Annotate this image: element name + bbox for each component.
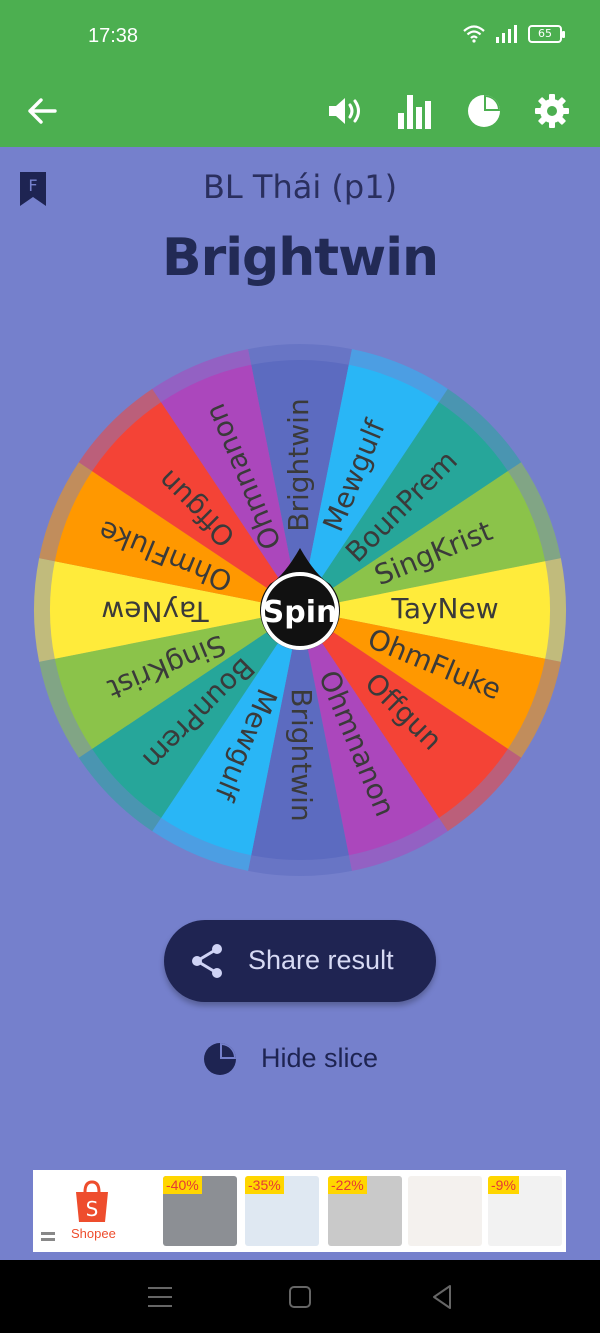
menu-icon[interactable] xyxy=(145,1282,175,1312)
status-time: 17:38 xyxy=(88,25,139,47)
wheel-slice-label: TayNew xyxy=(101,595,209,628)
spin-label: Spin xyxy=(263,595,338,630)
shopee-label: Shopee xyxy=(71,1226,116,1241)
status-bar: 17:38 65 xyxy=(0,0,600,75)
hide-slice-button[interactable]: Hide slice xyxy=(200,1040,420,1080)
svg-text:S: S xyxy=(86,1197,99,1221)
volume-icon xyxy=(329,98,360,124)
battery-icon: 65 xyxy=(528,25,565,43)
ad-banner[interactable]: S Shopee -40% -35% -22% -9% xyxy=(33,1170,566,1252)
wheel-edit-button[interactable] xyxy=(458,85,510,137)
spin-wheel[interactable]: Brightwin MewgulfBounPremSingKristTayNewO… xyxy=(30,340,570,880)
settings-button[interactable] xyxy=(526,85,578,137)
discount-badge: -35% xyxy=(245,1176,284,1194)
arrow-left-icon xyxy=(28,98,57,124)
sound-button[interactable] xyxy=(320,85,372,137)
gear-icon xyxy=(535,94,569,128)
shopee-logo[interactable]: S Shopee xyxy=(33,1170,151,1252)
home-icon[interactable] xyxy=(285,1282,315,1312)
ad-product-4[interactable] xyxy=(408,1176,482,1246)
stats-button[interactable] xyxy=(388,85,440,137)
back-nav-icon[interactable] xyxy=(428,1282,458,1312)
status-icons: 65 xyxy=(462,24,565,44)
app-bar xyxy=(0,75,600,147)
discount-badge: -22% xyxy=(328,1176,367,1194)
share-icon xyxy=(192,944,222,978)
discount-badge: -40% xyxy=(163,1176,202,1194)
hide-slice-label: Hide slice xyxy=(261,1043,379,1073)
share-result-label: Share result xyxy=(248,945,394,975)
spin-result: Brightwin xyxy=(161,228,439,288)
wheel-slice-label: Brightwin xyxy=(282,398,315,531)
wifi-icon xyxy=(463,25,485,43)
ad-product-2[interactable]: -35% xyxy=(245,1176,319,1246)
pie-chart-icon xyxy=(204,1043,236,1075)
pie-chart-icon xyxy=(468,95,500,127)
back-button[interactable] xyxy=(16,85,68,137)
menu-icon xyxy=(41,1232,55,1241)
wheel-slice-label: Brightwin xyxy=(285,688,318,821)
share-result-button[interactable]: Share result xyxy=(164,920,436,1002)
bar-chart-icon xyxy=(398,95,431,129)
wheel-title: BL Thái (p1) xyxy=(202,168,398,206)
system-nav-bar xyxy=(0,1260,600,1333)
battery-level: 65 xyxy=(538,27,552,40)
discount-badge: -9% xyxy=(488,1176,519,1194)
wheel-slice-label: TayNew xyxy=(390,592,498,625)
shopping-bag-icon: S xyxy=(76,1180,108,1222)
ad-product-5[interactable]: -9% xyxy=(488,1176,562,1246)
signal-icon xyxy=(496,25,517,43)
ad-product-1[interactable]: -40% xyxy=(163,1176,237,1246)
ad-product-3[interactable]: -22% xyxy=(328,1176,402,1246)
